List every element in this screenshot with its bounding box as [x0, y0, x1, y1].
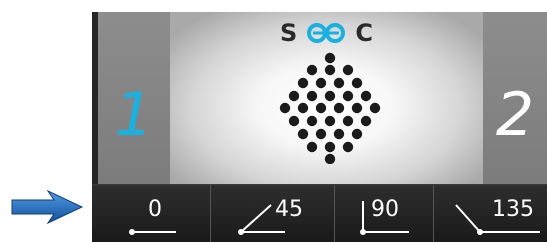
pattern-dot: [315, 102, 327, 114]
angle-45-icon: [238, 204, 285, 235]
pattern-dot: [342, 115, 354, 127]
chain-link-icon: [307, 23, 346, 43]
logo-letter-s: S: [280, 19, 298, 47]
pattern-dot: [288, 115, 300, 127]
angle-90-label: 90: [371, 197, 399, 222]
pattern-dot: [279, 102, 291, 114]
pattern-dot: [342, 90, 354, 102]
pattern-dot: [360, 115, 372, 127]
pattern-dot: [351, 77, 363, 89]
pattern-dot: [306, 90, 318, 102]
dot-pattern: [279, 52, 381, 164]
pattern-dot: [297, 77, 309, 89]
pattern-dot: [342, 64, 354, 76]
device-frame: 1 S C 2 0 45 90 135: [92, 12, 547, 242]
angle-45-button[interactable]: 45: [211, 185, 335, 242]
pattern-dot: [324, 64, 336, 76]
pattern-dot: [297, 128, 309, 140]
angle-0-label: 0: [148, 197, 162, 222]
angle-135-button[interactable]: 135: [434, 185, 547, 242]
pattern-dot: [324, 141, 336, 153]
pattern-dot: [351, 102, 363, 114]
pattern-dot: [324, 52, 336, 64]
pattern-dot: [288, 90, 300, 102]
pattern-dot: [306, 64, 318, 76]
panel-2-number: 2: [495, 80, 535, 150]
pattern-dot: [333, 102, 345, 114]
pattern-dot: [351, 128, 363, 140]
pattern-dot: [342, 141, 354, 153]
panel-2[interactable]: 2: [483, 12, 547, 184]
angle-45-label: 45: [275, 197, 303, 222]
pattern-dot: [333, 128, 345, 140]
panel-1[interactable]: 1: [98, 12, 170, 184]
pattern-dot: [324, 153, 336, 164]
logo: S C: [170, 16, 483, 50]
center-pattern-panel: S C: [170, 12, 483, 184]
panel-1-number: 1: [114, 80, 154, 150]
pattern-dot: [333, 77, 345, 89]
pattern-dot: [369, 102, 381, 114]
pointer-arrow-icon: [11, 190, 84, 224]
pattern-dot: [324, 115, 336, 127]
image-row: 1 S C 2: [92, 12, 547, 184]
angle-135-label: 135: [492, 197, 534, 222]
pattern-dot: [324, 90, 336, 102]
pattern-dot: [297, 102, 309, 114]
logo-letter-c: C: [355, 19, 373, 47]
pattern-dot: [306, 115, 318, 127]
angle-0-button[interactable]: 0: [98, 185, 211, 242]
angle-selector-bar: 0 45 90 135: [92, 184, 547, 242]
pattern-dot: [315, 128, 327, 140]
pattern-dot: [315, 77, 327, 89]
angle-90-button[interactable]: 90: [335, 185, 434, 242]
pattern-dot: [360, 90, 372, 102]
pattern-dot: [306, 141, 318, 153]
